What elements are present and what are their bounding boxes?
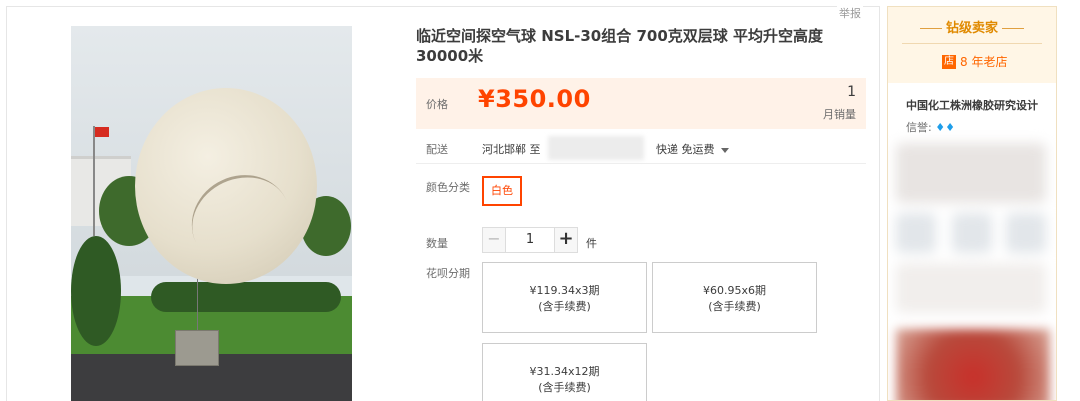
seller-banner-image[interactable]	[896, 329, 1050, 400]
delivery-from: 河北邯郸 至	[482, 143, 541, 156]
diamond-icon: ♦	[945, 121, 955, 134]
quantity-unit: 件	[586, 237, 597, 250]
installment-option-12[interactable]: ¥31.34x12期 (含手续费)	[482, 343, 647, 401]
product-image[interactable]	[71, 26, 352, 401]
shop-name[interactable]: 中国化工株洲橡胶研究设计	[906, 97, 1038, 113]
shipping-method[interactable]: 快递 免运费	[656, 141, 729, 157]
quantity-input[interactable]: 1	[506, 227, 554, 253]
flag-icon	[95, 127, 109, 137]
installment-label: 花呗分期	[426, 267, 470, 280]
shop-age: 8 年老店	[960, 55, 1008, 69]
price-value: ¥350.00	[478, 85, 591, 113]
color-label: 颜色分类	[426, 181, 470, 194]
chevron-down-icon	[720, 147, 729, 153]
shop-icon: 店	[942, 55, 956, 69]
seller-level: 钻级卖家	[888, 17, 1056, 36]
quantity-decrease-button[interactable]: −	[482, 227, 506, 253]
quantity-label: 数量	[426, 237, 448, 250]
divider	[902, 43, 1042, 44]
price-label: 价格	[426, 98, 448, 111]
diamond-icon: ♦	[935, 121, 946, 134]
seller-info-blurred	[896, 143, 1048, 323]
monthly-sales-label: 月销量	[823, 108, 856, 121]
seller-sidebar: 钻级卖家 店 8 年老店 中国化工株洲橡胶研究设计 信誉: ♦♦	[887, 6, 1057, 401]
report-link[interactable]: 举报	[837, 5, 863, 21]
credit-rating: 信誉: ♦♦	[906, 121, 955, 134]
installment-option-3[interactable]: ¥119.34x3期 (含手续费)	[482, 262, 647, 333]
product-title: 临近空间探空气球 NSL-30组合 700克双层球 平均升空高度30000米	[416, 27, 823, 65]
color-option-white[interactable]: 白色	[482, 176, 522, 206]
installment-option-6[interactable]: ¥60.95x6期 (含手续费)	[652, 262, 817, 333]
quantity-increase-button[interactable]: +	[554, 227, 578, 253]
delivery-destination-select[interactable]	[548, 136, 644, 160]
price-box: 价格 ¥350.00 1 月销量	[416, 78, 866, 129]
delivery-label: 配送	[426, 143, 448, 156]
monthly-sales-count: 1	[847, 84, 856, 100]
divider	[416, 163, 866, 164]
